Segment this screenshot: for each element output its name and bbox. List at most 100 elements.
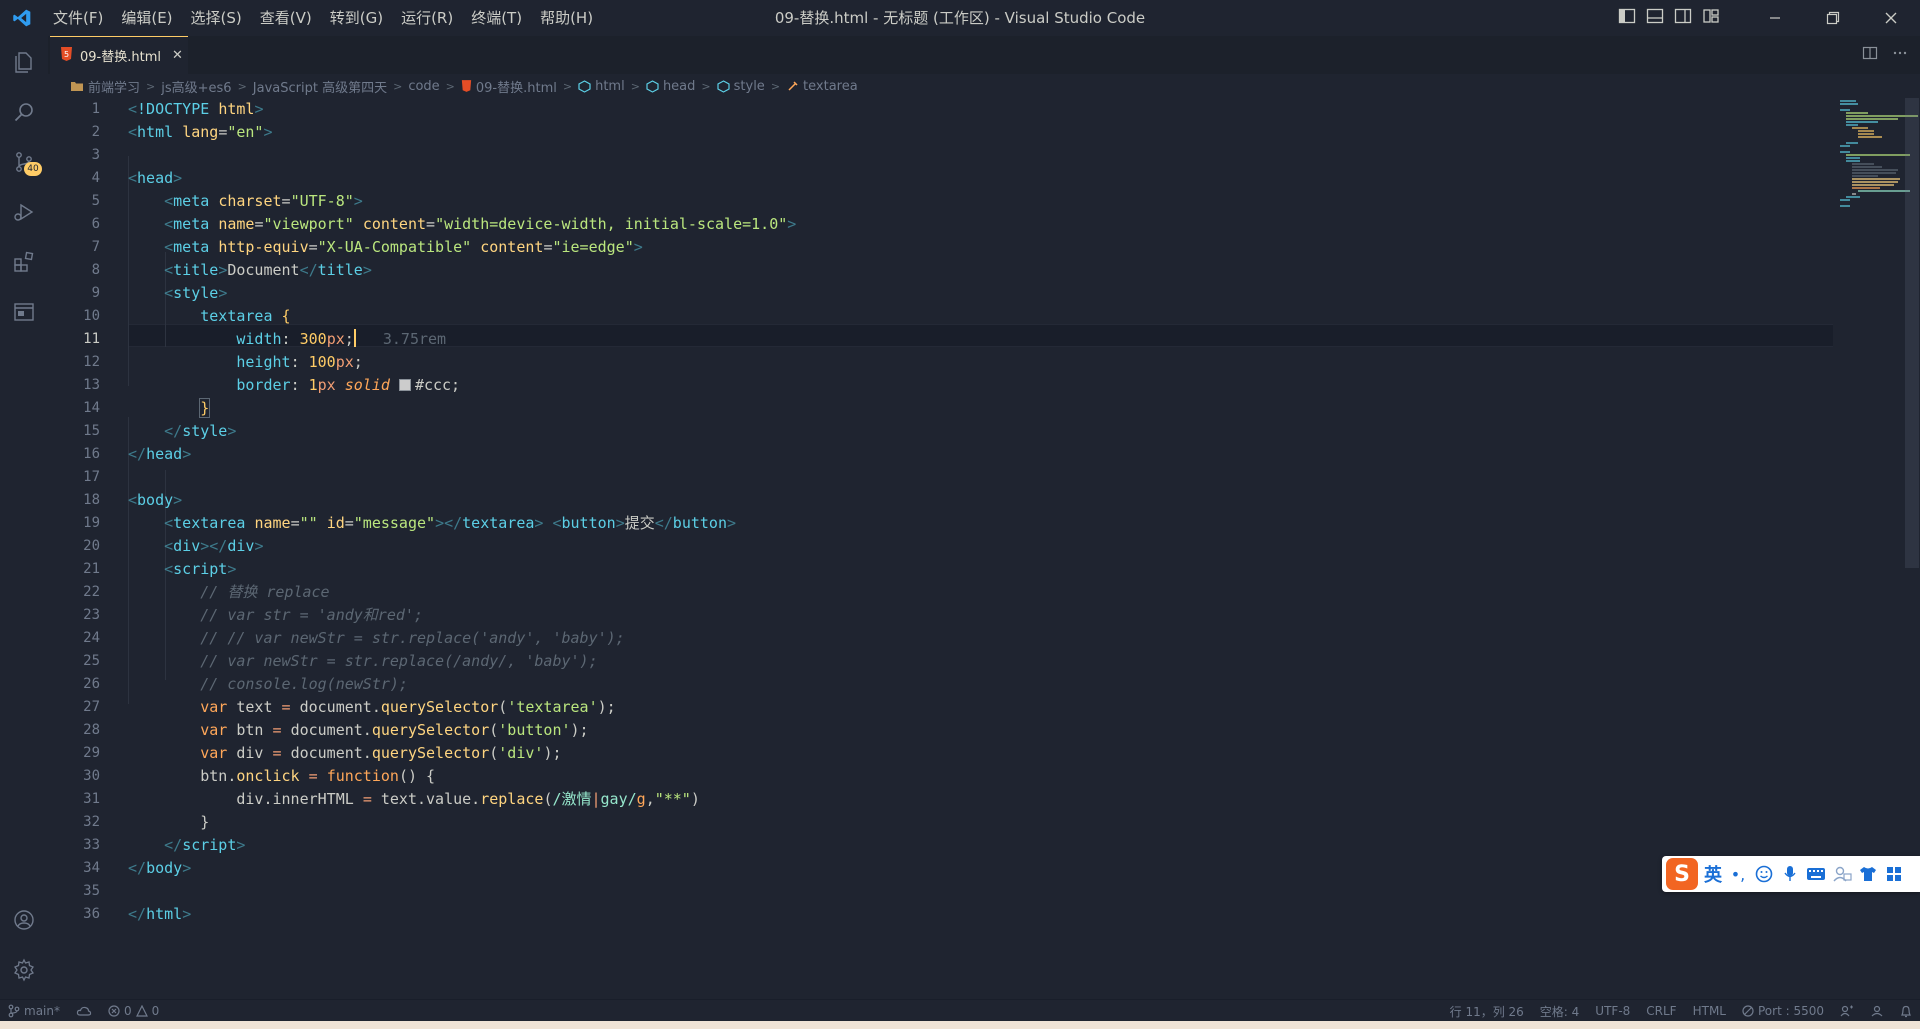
code-line: 26 // console.log(newStr);	[83, 675, 408, 693]
toggle-primary-sidebar-icon[interactable]	[1618, 7, 1636, 29]
code-line: 33 </script>	[83, 836, 246, 854]
color-swatch	[398, 379, 411, 391]
breadcrumb-symbol-style[interactable]: style	[717, 79, 765, 94]
sogou-logo-icon[interactable]: S	[1666, 858, 1698, 890]
menu-go[interactable]: 转到(G)	[321, 0, 392, 36]
breadcrumb-symbol-head[interactable]: head	[646, 79, 695, 94]
code-line: 25 // var newStr = str.replace(/andy/, '…	[83, 652, 598, 670]
menu-bar: 文件(F) 编辑(E) 选择(S) 查看(V) 转到(G) 运行(R) 终端(T…	[44, 0, 602, 36]
code-line: 12 height: 100px;	[83, 353, 363, 371]
svg-text:5: 5	[64, 50, 69, 59]
toggle-panel-icon[interactable]	[1646, 7, 1664, 29]
toggle-secondary-sidebar-icon[interactable]	[1674, 7, 1692, 29]
breadcrumb-folder-code[interactable]: code	[408, 79, 439, 94]
explorer-icon[interactable]	[0, 38, 48, 86]
vscode-window: 文件(F) 编辑(E) 选择(S) 查看(V) 转到(G) 运行(R) 终端(T…	[0, 0, 1920, 1029]
remote-explorer-icon[interactable]	[0, 288, 48, 336]
manage-gear-icon[interactable]	[0, 946, 48, 994]
breadcrumb-file[interactable]: 09-替换.html	[461, 77, 557, 96]
search-icon[interactable]	[0, 88, 48, 136]
more-actions-icon[interactable]	[1892, 45, 1908, 65]
menu-selection[interactable]: 选择(S)	[182, 0, 251, 36]
code-line: 18 <body>	[83, 491, 183, 509]
breadcrumb-symbol-html[interactable]: html	[578, 79, 625, 94]
vscode-logo-icon	[0, 0, 44, 36]
minimize-button[interactable]	[1746, 0, 1804, 36]
tab-actions	[1862, 36, 1908, 74]
live-server-port[interactable]: Port : 5500	[1734, 1000, 1832, 1022]
problems-status[interactable]: 0 0	[100, 1000, 167, 1022]
restore-button[interactable]	[1804, 0, 1862, 36]
ime-punctuation-toggle[interactable]: •,	[1728, 864, 1748, 884]
code-line: 6 <meta name="viewport" content="width=d…	[91, 215, 797, 233]
encoding-status[interactable]: UTF-8	[1587, 1000, 1638, 1022]
text-cursor	[353, 329, 356, 347]
menu-terminal[interactable]: 终端(T)	[462, 0, 531, 36]
menu-help[interactable]: 帮助(H)	[531, 0, 602, 36]
breadcrumb-folder-js[interactable]: js高级+es6	[161, 77, 231, 96]
html5-file-icon	[461, 80, 472, 92]
emoji-icon[interactable]	[1754, 864, 1774, 884]
port-icon	[1742, 1005, 1754, 1017]
notifications-status[interactable]	[1892, 1000, 1920, 1022]
folder-icon	[71, 82, 83, 91]
accounts-icon[interactable]	[0, 896, 48, 944]
menu-edit[interactable]: 编辑(E)	[112, 0, 181, 36]
code-line: 31 div.innerHTML = text.value.replace(/激…	[83, 790, 700, 808]
source-control-icon[interactable]: 40	[0, 138, 48, 186]
menu-run[interactable]: 运行(R)	[392, 0, 462, 36]
accounts-status[interactable]	[1862, 1000, 1892, 1022]
bell-icon	[1901, 1005, 1911, 1017]
ime-language-toggle[interactable]: 英	[1704, 861, 1722, 887]
indentation-status[interactable]: 空格: 4	[1532, 1000, 1588, 1022]
git-branch-status[interactable]: main*	[0, 1000, 68, 1022]
close-window-button[interactable]	[1862, 0, 1920, 36]
microphone-icon[interactable]	[1780, 864, 1800, 884]
sync-status[interactable]	[68, 1000, 100, 1022]
eol-status[interactable]: CRLF	[1638, 1000, 1684, 1022]
code-line: 13 border: 1px solid #ccc;	[83, 376, 461, 394]
code-line: 5 <meta charset="UTF-8">	[91, 192, 363, 210]
language-mode[interactable]: HTML	[1685, 1000, 1734, 1022]
code-line: 22 // 替换 replace	[83, 583, 330, 601]
code-editor[interactable]: 1 <!DOCTYPE html> 2 <html lang="en"> 3 4 <h…	[48, 98, 1920, 999]
cursor-position[interactable]: 行 11，列 26	[1442, 1000, 1532, 1022]
code-line: 14 }	[83, 398, 211, 418]
status-bar: main* 0 0 行 11，列 26 空格: 4 UTF-8 CRLF HTM…	[0, 999, 1920, 1021]
breadcrumb-folder-frontend[interactable]: 前端学习	[70, 77, 140, 96]
user-center-icon[interactable]	[1832, 864, 1852, 884]
editor-tab-bar: 5 09-替换.html ✕	[48, 36, 1920, 74]
run-debug-icon[interactable]	[0, 188, 48, 236]
toolbox-grid-icon[interactable]	[1884, 864, 1904, 884]
ime-toolbar[interactable]: S 英 •,	[1662, 856, 1920, 892]
code-line: 34 </body>	[83, 859, 192, 877]
code-line: 35	[83, 883, 100, 899]
customize-layout-icon[interactable]	[1702, 7, 1720, 29]
feedback-status[interactable]	[1832, 1000, 1862, 1022]
code-line: 19 <textarea name="" id="message"></text…	[83, 514, 737, 532]
code-line: 2 <html lang="en">	[91, 123, 273, 141]
code-line: 36 </html>	[83, 905, 192, 923]
code-line: 24 // // var newStr = str.replace('andy'…	[83, 629, 625, 647]
symbol-property-icon	[788, 80, 798, 91]
symbol-element-icon	[646, 79, 659, 93]
code-line: 17	[83, 469, 100, 485]
layout-controls	[1618, 0, 1720, 36]
symbol-element-icon	[578, 79, 591, 93]
keyboard-icon[interactable]	[1806, 864, 1826, 884]
split-editor-icon[interactable]	[1862, 45, 1878, 65]
symbol-element-icon	[717, 79, 730, 93]
skin-shirt-icon[interactable]	[1858, 864, 1878, 884]
scrollbar-thumb[interactable]	[1905, 98, 1919, 568]
desktop-edge	[0, 1021, 1920, 1029]
extensions-icon[interactable]	[0, 238, 48, 286]
activity-bar: 40	[0, 36, 48, 999]
tab-09-html[interactable]: 5 09-替换.html ✕	[50, 36, 188, 74]
breadcrumb-symbol-textarea[interactable]: textarea	[786, 79, 858, 94]
code-line: 27 var text = document.querySelector('te…	[83, 698, 616, 716]
menu-file[interactable]: 文件(F)	[44, 0, 112, 36]
menu-view[interactable]: 查看(V)	[251, 0, 321, 36]
tab-close-icon[interactable]: ✕	[172, 48, 183, 63]
code-line-active: 11 width: 300px; 3.75rem	[83, 329, 447, 348]
breadcrumb-folder-day4[interactable]: JavaScript 高级第四天	[253, 77, 387, 96]
